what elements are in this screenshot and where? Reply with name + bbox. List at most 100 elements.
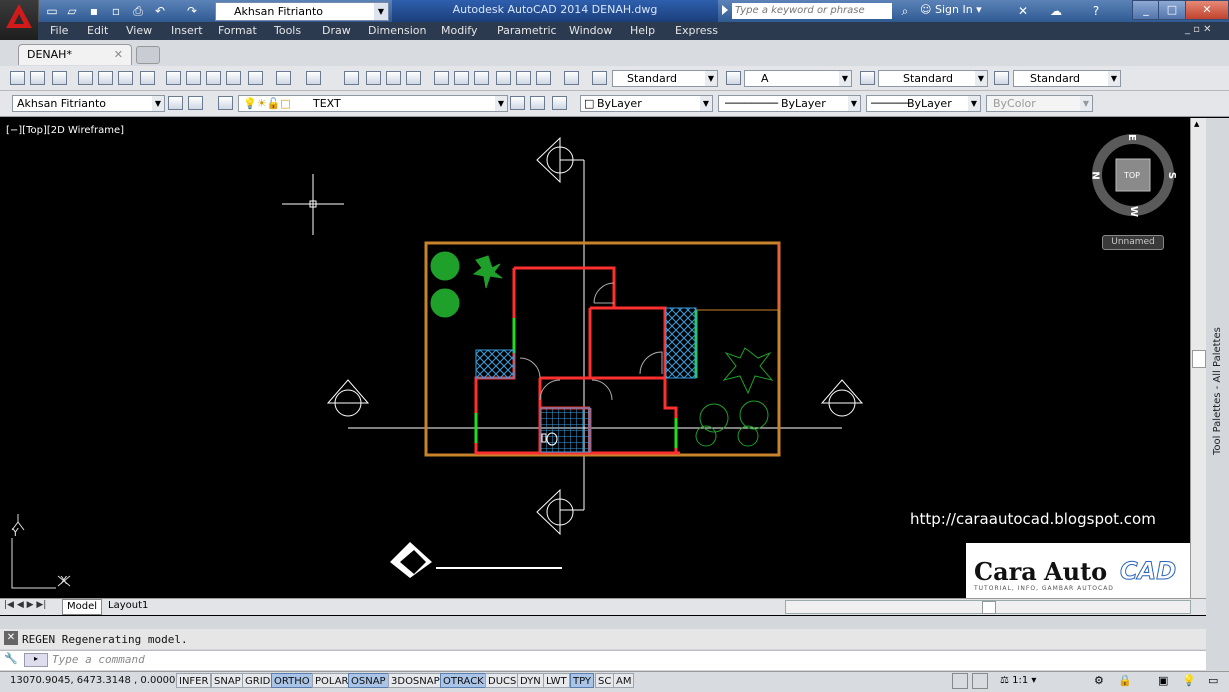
- undo-icon[interactable]: ↶: [152, 3, 168, 19]
- maximize-button[interactable]: □: [1158, 0, 1186, 20]
- wrench-icon[interactable]: 🔧: [4, 652, 18, 665]
- menu-modify[interactable]: Modify: [441, 24, 477, 37]
- menu-help[interactable]: Help: [630, 24, 655, 37]
- paste-icon[interactable]: [206, 71, 221, 85]
- status-toggle-lwt[interactable]: LWT: [543, 673, 570, 688]
- viewcube-face-label[interactable]: TOP: [1124, 171, 1140, 180]
- plot-icon[interactable]: [78, 71, 93, 85]
- quick-view-icon[interactable]: [972, 673, 988, 689]
- isolate-objects-icon[interactable]: 💡: [1182, 674, 1196, 687]
- menu-file[interactable]: File: [50, 24, 68, 37]
- 3d-dwf-icon[interactable]: [140, 71, 155, 85]
- new-icon[interactable]: ▭: [44, 3, 60, 19]
- redo-icon[interactable]: ↷: [184, 3, 200, 19]
- zoom-window-icon[interactable]: [386, 71, 401, 85]
- plot-icon[interactable]: ⎙: [130, 3, 146, 19]
- layout-nav-arrows[interactable]: |◀ ◀ ▶ ▶|: [4, 600, 46, 610]
- workspace-dropdown[interactable]: Akhsan Fitrianto ▼: [215, 2, 389, 21]
- save-icon[interactable]: [52, 71, 67, 85]
- status-toggle-ducs[interactable]: DUCS: [485, 673, 520, 688]
- new-tab-button[interactable]: [136, 46, 160, 64]
- dim-style-dropdown[interactable]: Standard ▼: [878, 70, 988, 87]
- status-toggle-osnap[interactable]: OSNAP: [348, 673, 389, 688]
- clean-screen-icon[interactable]: ▭: [1208, 674, 1218, 687]
- status-toggle-dyn[interactable]: DYN: [517, 673, 544, 688]
- coordinates-readout[interactable]: 13070.9045, 6473.3148 , 0.0000: [10, 675, 175, 686]
- menu-draw[interactable]: Draw: [322, 24, 351, 37]
- quickcalc-icon[interactable]: [536, 71, 551, 85]
- cut-icon[interactable]: [166, 71, 181, 85]
- command-input[interactable]: [0, 650, 1206, 670]
- layer-previous-icon[interactable]: [530, 96, 545, 110]
- lineweight-dropdown[interactable]: ────── ByLayer ▼: [866, 95, 981, 112]
- new-icon[interactable]: [10, 71, 25, 85]
- workspace-combo[interactable]: Akhsan Fitrianto ▼: [12, 95, 165, 112]
- text-style-icon[interactable]: [592, 71, 607, 85]
- annotative-scale-dropdown[interactable]: A ▼: [744, 70, 852, 87]
- expand-arrow-icon[interactable]: [722, 5, 728, 15]
- open-icon[interactable]: ▱: [64, 3, 80, 19]
- zoom-realtime-icon[interactable]: [366, 71, 381, 85]
- dim-style-icon[interactable]: [860, 71, 875, 85]
- annotative-icon[interactable]: [726, 71, 741, 85]
- sheet-set-icon[interactable]: [496, 71, 511, 85]
- menu-view[interactable]: View: [126, 24, 152, 37]
- menu-window[interactable]: Window: [569, 24, 612, 37]
- help-toolbar-icon[interactable]: [564, 71, 579, 85]
- help-button[interactable]: ?: [1088, 3, 1104, 19]
- plotstyle-dropdown[interactable]: ByColor ▼: [986, 95, 1093, 112]
- block-editor-icon[interactable]: [248, 71, 263, 85]
- layer-properties-icon[interactable]: [218, 96, 233, 110]
- tab-layout1[interactable]: Layout1: [104, 599, 152, 613]
- model-space-icon[interactable]: [952, 673, 968, 689]
- undo-icon[interactable]: [276, 71, 291, 85]
- copy-icon[interactable]: [186, 71, 201, 85]
- tab-denah[interactable]: DENAH* ✕: [18, 44, 132, 65]
- hscroll-thumb[interactable]: [982, 601, 996, 614]
- redo-icon[interactable]: [306, 71, 321, 85]
- close-tab-icon[interactable]: ✕: [114, 45, 123, 65]
- properties-icon[interactable]: [434, 71, 449, 85]
- doc-window-controls[interactable]: _ ▫ ✕: [1185, 24, 1212, 35]
- status-toggle-otrack[interactable]: OTRACK: [440, 673, 487, 688]
- status-toggle-ortho[interactable]: ORTHO: [271, 673, 313, 688]
- binoculars-icon[interactable]: ⌕: [897, 3, 913, 19]
- open-icon[interactable]: [30, 71, 45, 85]
- search-input[interactable]: Type a keyword or phrase: [732, 3, 892, 19]
- make-current-icon[interactable]: [510, 96, 525, 110]
- workspace-switch-icon[interactable]: ⚙: [1094, 674, 1104, 687]
- status-toggle-infer[interactable]: INFER: [176, 673, 212, 688]
- menu-express[interactable]: Express: [675, 24, 718, 37]
- layer-match-icon[interactable]: [552, 96, 567, 110]
- color-dropdown[interactable]: □ ByLayer ▼: [580, 95, 713, 112]
- layer-dropdown[interactable]: 💡☀🔓□ TEXT ▼: [238, 95, 508, 112]
- match-properties-icon[interactable]: [226, 71, 241, 85]
- annotation-scale[interactable]: ⚖ 1:1 ▾: [1000, 675, 1036, 686]
- horizontal-scrollbar[interactable]: [785, 600, 1191, 614]
- exchange-icon[interactable]: ✕: [1015, 3, 1031, 19]
- application-menu-button[interactable]: [0, 0, 39, 40]
- status-toggle-sc[interactable]: SC: [595, 673, 615, 688]
- customize-icon[interactable]: [188, 96, 203, 110]
- menu-edit[interactable]: Edit: [87, 24, 108, 37]
- save-icon[interactable]: ▪: [86, 3, 102, 19]
- linetype-dropdown[interactable]: ──────── ByLayer ▼: [718, 95, 861, 112]
- publish-icon[interactable]: [118, 71, 133, 85]
- menu-parametric[interactable]: Parametric: [497, 24, 557, 37]
- zoom-previous-icon[interactable]: [406, 71, 421, 85]
- menu-dimension[interactable]: Dimension: [368, 24, 426, 37]
- scroll-up-icon[interactable]: ▲: [1194, 120, 1199, 128]
- recent-commands-icon[interactable]: ▸: [24, 653, 48, 667]
- hardware-acceleration-icon[interactable]: ▣: [1158, 674, 1168, 687]
- ucs-menu-button[interactable]: Unnamed: [1102, 235, 1164, 250]
- scroll-thumb[interactable]: [1192, 350, 1206, 368]
- tab-model[interactable]: Model: [62, 599, 103, 615]
- status-toggle-grid[interactable]: GRID: [242, 673, 274, 688]
- pan-icon[interactable]: [344, 71, 359, 85]
- tool-palettes-icon[interactable]: [474, 71, 489, 85]
- plot-preview-icon[interactable]: [98, 71, 113, 85]
- status-toggle-tpy[interactable]: TPY: [570, 673, 595, 688]
- menu-insert[interactable]: Insert: [171, 24, 203, 37]
- vertical-scrollbar[interactable]: ▲: [1190, 118, 1206, 598]
- status-toggle-snap[interactable]: SNAP: [211, 673, 244, 688]
